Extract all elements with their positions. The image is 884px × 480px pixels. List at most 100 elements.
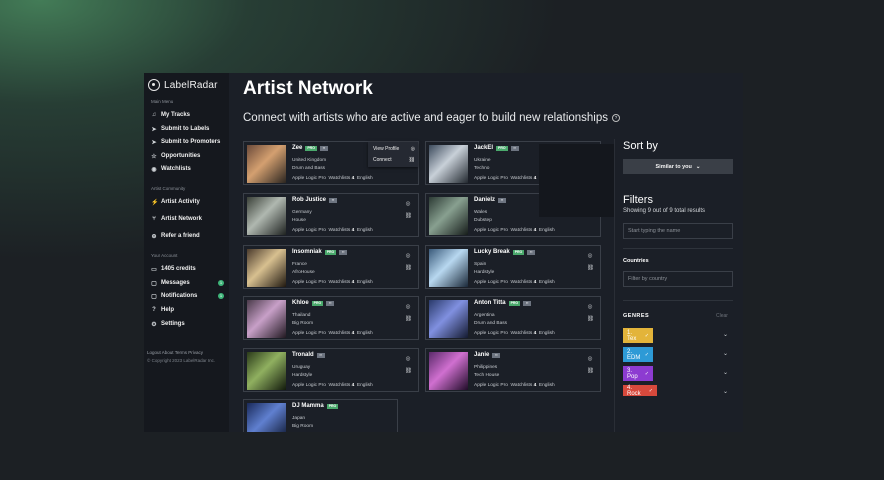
sidebar-item-settings[interactable]: ⚙ Settings bbox=[151, 319, 184, 329]
artist-name[interactable]: DJ Mamma bbox=[292, 403, 324, 409]
artist-photo[interactable] bbox=[247, 145, 286, 183]
connect-link-icon[interactable]: ⛓ bbox=[405, 368, 412, 374]
expand-chevron-icon[interactable]: ⌄ bbox=[723, 331, 728, 338]
chevron-down-icon: ✓ bbox=[644, 351, 649, 358]
artist-photo[interactable] bbox=[429, 249, 468, 287]
view-profile-icon[interactable]: ◎ bbox=[587, 304, 593, 310]
sidebar-item-notifications[interactable]: ▢ Notifications bbox=[151, 291, 197, 301]
artist-name[interactable]: Zee bbox=[292, 145, 302, 151]
artist-photo[interactable] bbox=[247, 300, 286, 338]
view-profile-icon[interactable]: ◎ bbox=[405, 201, 411, 207]
sidebar-item-watchlists[interactable]: ◉ Watchlists bbox=[151, 164, 191, 174]
artist-name[interactable]: Insomniak bbox=[292, 249, 322, 255]
connect-link-icon[interactable]: ⛓ bbox=[405, 265, 412, 271]
connect-link-icon[interactable]: ⛓ bbox=[587, 265, 594, 271]
connect-link-icon[interactable]: ⛓ bbox=[405, 213, 412, 219]
view-profile-icon[interactable]: ◎ bbox=[405, 356, 411, 362]
sidebar-item-artist-activity[interactable]: ⚡ Artist Activity bbox=[151, 197, 200, 207]
sidebar-item-credits[interactable]: ▭ 1405 credits bbox=[151, 264, 196, 274]
connect-link-icon[interactable]: ⛓ bbox=[587, 316, 594, 322]
view-profile-label: View Profile bbox=[373, 146, 400, 152]
artist-name[interactable]: Lucky Break bbox=[474, 249, 510, 255]
view-profile-option[interactable]: View Profile ◎ bbox=[373, 146, 415, 152]
artist-name[interactable]: JackEl bbox=[474, 145, 493, 151]
artist-name[interactable]: Tronald bbox=[292, 352, 314, 358]
artist-meta: Apple Logic Pro Watchlists 4 English bbox=[474, 280, 555, 285]
sidebar-item-my-tracks[interactable]: ♫ My Tracks bbox=[151, 110, 190, 120]
connect-link-icon[interactable]: ⛓ bbox=[405, 316, 412, 322]
ticket-icon: ▭ bbox=[151, 266, 157, 273]
genre-tag[interactable]: 3. Pop ✓ bbox=[623, 366, 653, 381]
artist-name[interactable]: Rob Justice bbox=[292, 197, 326, 203]
artist-photo[interactable] bbox=[247, 403, 286, 432]
watchlists-label: Watchlists bbox=[510, 176, 533, 181]
artist-card[interactable]: Lucky Break PRO ▪▪ Spain Hardstyle Apple Logi… bbox=[425, 245, 601, 289]
plus-circle-icon: ⊕ bbox=[151, 233, 157, 240]
view-profile-icon[interactable]: ◎ bbox=[587, 356, 593, 362]
country-filter-input[interactable]: Filter by country bbox=[623, 271, 733, 287]
name-search-input[interactable]: Start typing the name bbox=[623, 223, 733, 239]
artist-card[interactable]: Rob Justice ▪▪ Germany House Apple Logic Pro… bbox=[243, 193, 419, 237]
sidebar-item-refer-friend[interactable]: ⊕ Refer a friend bbox=[151, 231, 199, 241]
language: English bbox=[356, 331, 373, 336]
artist-country: Thailand bbox=[292, 313, 311, 318]
chat-icon[interactable]: ▪▪ bbox=[329, 197, 338, 203]
chat-icon[interactable]: ▪▪ bbox=[523, 300, 532, 306]
chat-icon[interactable]: ▪▪ bbox=[492, 352, 501, 358]
connect-link-icon[interactable]: ⛓ bbox=[587, 368, 594, 374]
expand-chevron-icon[interactable]: ⌄ bbox=[723, 350, 728, 357]
sort-select[interactable]: Similar to you ⌄ bbox=[623, 159, 733, 174]
artist-genre: Drum and Bass bbox=[292, 166, 326, 171]
artist-name[interactable]: Danielz bbox=[474, 197, 495, 203]
sidebar-item-messages[interactable]: ▢ Messages bbox=[151, 278, 190, 288]
view-profile-icon[interactable]: ◎ bbox=[405, 304, 411, 310]
expand-chevron-icon[interactable]: ⌄ bbox=[723, 369, 728, 376]
artist-name[interactable]: Anton Titta bbox=[474, 300, 506, 306]
genre-tag[interactable]: 1. Tex ✓ bbox=[623, 328, 653, 343]
sidebar-item-artist-network[interactable]: ⑂ Artist Network bbox=[151, 214, 202, 224]
sidebar-item-help[interactable]: ? Help bbox=[151, 305, 174, 315]
chat-icon[interactable]: ▪▪ bbox=[326, 300, 335, 306]
artist-photo[interactable] bbox=[429, 300, 468, 338]
sidebar-item-label: Watchlists bbox=[161, 166, 191, 172]
artist-photo[interactable] bbox=[429, 197, 468, 235]
chat-icon[interactable]: ▪▪ bbox=[319, 145, 328, 151]
gear-icon: ⚙ bbox=[151, 321, 157, 328]
artist-photo[interactable] bbox=[247, 197, 286, 235]
sidebar-item-submit-labels[interactable]: ➤ Submit to Labels bbox=[151, 124, 209, 134]
help-icon[interactable]: ? bbox=[612, 113, 621, 122]
sidebar-item-opportunities[interactable]: ☆ Opportunities bbox=[151, 151, 200, 161]
sidebar-item-submit-promoters[interactable]: ➤ Submit to Promoters bbox=[151, 137, 220, 147]
chat-icon[interactable]: ▪▪ bbox=[527, 249, 536, 255]
artist-photo[interactable] bbox=[429, 352, 468, 390]
connect-option[interactable]: Connect ⛓ bbox=[373, 157, 415, 163]
daw: Apple Logic Pro bbox=[474, 383, 508, 388]
pro-badge: PRO bbox=[496, 145, 508, 151]
artist-card[interactable]: Janie ▪▪ Philippines Tech House Apple Logic … bbox=[425, 348, 601, 392]
footer-links[interactable]: Logout About Terms Privacy bbox=[147, 350, 203, 355]
genre-tag[interactable]: 2. EDM ✓ bbox=[623, 347, 653, 362]
loading-overlay bbox=[539, 144, 614, 217]
chat-icon[interactable]: ▪▪ bbox=[339, 249, 348, 255]
artist-name[interactable]: Khloe bbox=[292, 300, 309, 306]
chat-icon[interactable]: ▪▪ bbox=[316, 352, 325, 358]
chat-icon[interactable]: ▪▪ bbox=[510, 145, 519, 151]
watchlists-count: 4 bbox=[533, 331, 537, 336]
artist-card[interactable]: DJ Mamma PRO Japan Big Room bbox=[243, 399, 398, 432]
artist-name[interactable]: Janie bbox=[474, 352, 489, 358]
view-profile-icon[interactable]: ◎ bbox=[587, 253, 593, 259]
logo[interactable]: LabelRadar bbox=[148, 77, 218, 93]
artist-card[interactable]: Tronald ▪▪ Uruguay Hardstyle Apple Logic Pro… bbox=[243, 348, 419, 392]
artist-photo[interactable] bbox=[247, 249, 286, 287]
view-profile-icon[interactable]: ◎ bbox=[405, 253, 411, 259]
artist-photo[interactable] bbox=[429, 145, 468, 183]
language: English bbox=[538, 280, 555, 285]
artist-photo[interactable] bbox=[247, 352, 286, 390]
chat-icon[interactable]: ▪▪ bbox=[498, 197, 507, 203]
genre-tag[interactable]: 4. Rock ✓ bbox=[623, 385, 657, 397]
clear-genres-button[interactable]: Clear bbox=[716, 313, 728, 319]
artist-card[interactable]: Khloe PRO ▪▪ Thailand Big Room Apple Logic Pr… bbox=[243, 296, 419, 340]
artist-card[interactable]: Anton Titta PRO ▪▪ Argentina Drum and Bass Ap… bbox=[425, 296, 601, 340]
artist-card[interactable]: Insomniak PRO ▪▪ France AfroHouse Apple Logic… bbox=[243, 245, 419, 289]
expand-chevron-icon[interactable]: ⌄ bbox=[723, 388, 728, 395]
